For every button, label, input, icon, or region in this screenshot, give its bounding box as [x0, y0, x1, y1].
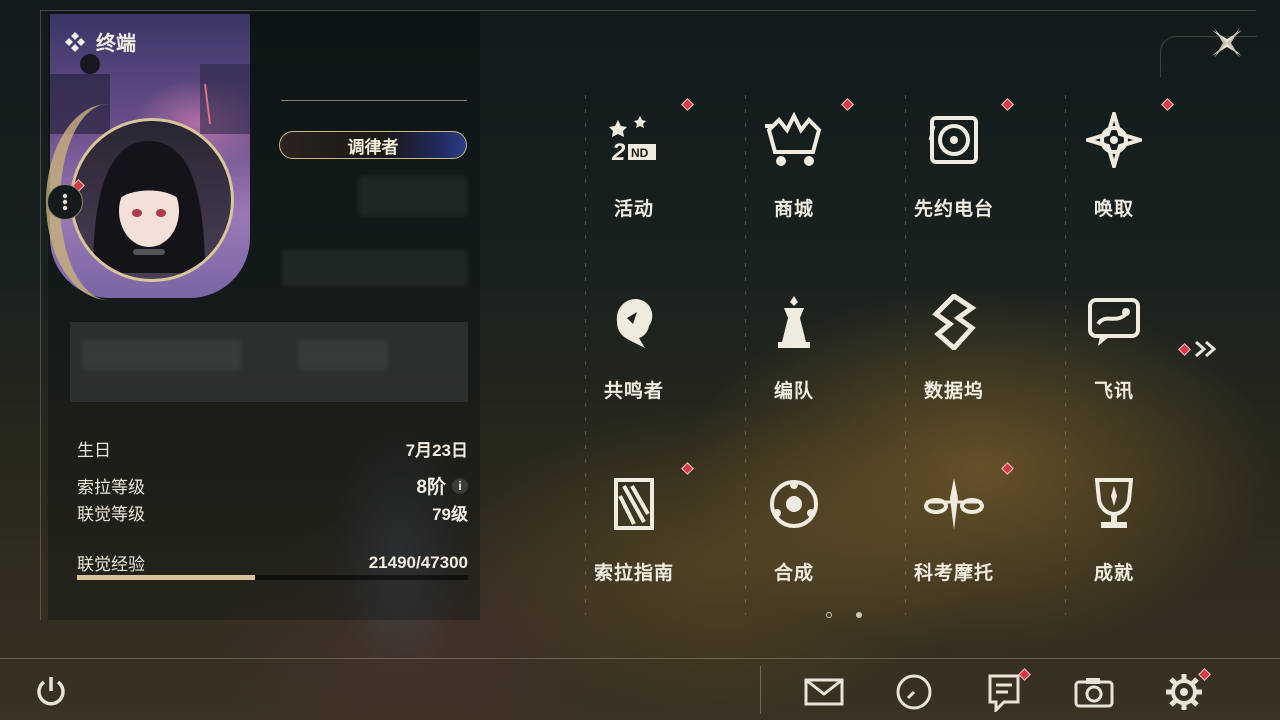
- notify-badge: [1001, 462, 1014, 475]
- data-bank-icon: [918, 286, 990, 358]
- menu-label: 共鸣者: [603, 381, 664, 402]
- frame-line-top: [40, 10, 1256, 11]
- settings-button[interactable]: [1164, 668, 1211, 712]
- stat-value: 8阶: [416, 477, 446, 498]
- page-dot[interactable]: [856, 612, 862, 618]
- clock-icon: [896, 674, 932, 710]
- svg-text:2: 2: [611, 139, 626, 166]
- blurred-signature: [358, 176, 468, 216]
- menu-label: 合成: [773, 563, 814, 584]
- title-divider: [281, 100, 467, 101]
- motorcycle-icon: [918, 468, 990, 540]
- close-button[interactable]: [1206, 22, 1248, 64]
- menu-label: 编队: [773, 381, 814, 402]
- settings-gear-icon: [1166, 674, 1202, 710]
- shop-crown-cart-icon: [758, 104, 830, 176]
- menu-guidebook[interactable]: 索拉指南: [554, 456, 714, 626]
- blurred-uid: [282, 250, 468, 286]
- avatar-portrait: [93, 141, 205, 273]
- menu-messages[interactable]: 飞讯: [1034, 274, 1194, 444]
- event-2nd-anniversary-icon: 2 ND: [598, 104, 670, 176]
- power-button[interactable]: [34, 674, 68, 708]
- clock-button[interactable]: [894, 672, 934, 712]
- menu-label: 飞讯: [1093, 381, 1134, 402]
- notify-badge: [681, 462, 694, 475]
- exp-progress-fill: [77, 575, 255, 580]
- resonator-head-icon: [598, 286, 670, 358]
- page-indicator: [826, 612, 862, 618]
- double-chevron-right-icon: [1195, 340, 1217, 358]
- stat-sola-level: 索拉等级 8阶 i: [77, 472, 468, 499]
- stat-union-exp: 联觉经验 21490/47300: [77, 550, 468, 575]
- radio-vinyl-icon: [918, 104, 990, 176]
- mail-icon: [804, 678, 844, 706]
- stat-value-wrap: 8阶 i: [416, 472, 468, 499]
- notify-badge: [1178, 342, 1191, 356]
- menu-label: 索拉指南: [593, 563, 674, 584]
- convene-compass-icon: [1078, 104, 1150, 176]
- exp-value: 21490/47300: [368, 552, 468, 572]
- panel-title: 终端: [96, 33, 136, 55]
- info-icon[interactable]: i: [452, 477, 468, 494]
- camera-button[interactable]: [1074, 672, 1114, 712]
- trophy-icon: [1078, 468, 1150, 540]
- notice-icon: [988, 674, 1020, 714]
- menu-synthesis[interactable]: 合成: [714, 456, 874, 626]
- stat-birthday: 生日 7月23日: [77, 436, 468, 461]
- menu-team[interactable]: 编队: [714, 274, 874, 444]
- blurred-name: [82, 340, 242, 370]
- menu-label: 先约电台: [913, 199, 994, 220]
- synthesis-icon: [758, 468, 830, 540]
- menu-shop[interactable]: 商城: [714, 92, 874, 262]
- menu-achievements[interactable]: 成就: [1034, 456, 1194, 626]
- player-title-text: 调律者: [347, 137, 399, 157]
- stat-label: 联觉等级: [77, 505, 145, 524]
- stat-value: 7月23日: [405, 441, 468, 460]
- notice-button[interactable]: [984, 668, 1031, 714]
- next-page-button[interactable]: [1178, 340, 1219, 358]
- page-dot-current[interactable]: [826, 612, 832, 618]
- notify-badge: [841, 98, 854, 111]
- menu-event[interactable]: 2 ND 活动: [554, 92, 714, 262]
- svg-text:ND: ND: [631, 146, 649, 160]
- blurred-name-panel: [70, 322, 468, 402]
- menu-label: 科考摩托: [913, 563, 994, 584]
- menu-label: 活动: [613, 199, 654, 220]
- stat-label: 生日: [77, 441, 111, 460]
- exp-label: 联觉经验: [77, 555, 145, 574]
- stat-label: 索拉等级: [77, 478, 145, 497]
- bottom-divider: [0, 658, 1280, 659]
- menu-label: 数据坞: [923, 381, 984, 402]
- menu-motorcycle[interactable]: 科考摩托: [874, 456, 1034, 626]
- team-chess-icon: [758, 286, 830, 358]
- player-title-badge[interactable]: 调律者: [279, 131, 467, 159]
- menu-label: 成就: [1093, 563, 1134, 584]
- notify-badge: [1161, 98, 1174, 111]
- exp-progress-bar: [77, 575, 468, 580]
- message-bubble-icon: [1078, 286, 1150, 358]
- terminal-diamond-icon: [65, 31, 85, 52]
- more-options-button[interactable]: [47, 184, 83, 220]
- stat-value: 79级: [432, 505, 468, 524]
- menu-resonators[interactable]: 共鸣者: [554, 274, 714, 444]
- notify-badge: [681, 98, 694, 111]
- frame-line-left: [40, 10, 41, 620]
- menu-data-bank[interactable]: 数据坞: [874, 274, 1034, 444]
- stat-union-level: 联觉等级 79级: [77, 500, 468, 525]
- bottom-separator: [760, 666, 761, 714]
- avatar[interactable]: [70, 118, 234, 282]
- camera-icon: [1074, 678, 1114, 708]
- guidebook-icon: [598, 468, 670, 540]
- close-icon: [1212, 28, 1242, 58]
- more-vertical-icon: [62, 193, 68, 211]
- power-icon: [37, 677, 65, 706]
- mail-button[interactable]: [804, 672, 844, 712]
- menu-convene[interactable]: 唤取: [1034, 92, 1194, 262]
- notify-badge: [1001, 98, 1014, 111]
- blurred-server: [298, 340, 388, 370]
- menu-radio[interactable]: 先约电台: [874, 92, 1034, 262]
- menu-label: 唤取: [1093, 199, 1134, 220]
- panel-header: 终端: [64, 27, 136, 56]
- menu-label: 商城: [773, 199, 814, 220]
